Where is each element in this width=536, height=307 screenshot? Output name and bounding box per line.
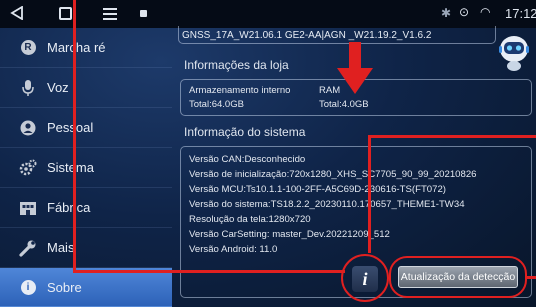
screen-resolution: Resolução da tela:1280x720 — [189, 214, 311, 225]
annotation-line — [73, 270, 345, 273]
sidebar-item-sobre[interactable]: i Sobre — [0, 268, 172, 307]
factory-icon — [18, 198, 38, 218]
home-icon[interactable] — [59, 7, 72, 20]
mcu-version: Versão MCU:Ts10.1.1-100-2FF-A5C69D-23061… — [189, 184, 447, 195]
internal-storage-label: Armazenamento interno — [189, 85, 291, 96]
sidebar-item-label: Sistema — [47, 160, 94, 175]
sidebar-item-fabrica[interactable]: Fábrica — [0, 188, 172, 228]
sidebar-item-voz[interactable]: Voz — [0, 68, 172, 108]
annotation-highlight — [389, 256, 527, 298]
sidebar-item-mais[interactable]: Mais — [0, 228, 172, 268]
sidebar-item-label: Fábrica — [47, 200, 91, 215]
annotation-circle — [341, 254, 389, 302]
sidebar-item-label: Mais — [47, 240, 75, 255]
gears-icon — [18, 158, 38, 178]
status-bar: ✱ ⊙ ◠ 17:12 — [0, 0, 536, 28]
sidebar-item-label: Pessoal — [47, 120, 94, 135]
ram-total: Total:4.0GB — [319, 99, 369, 110]
reverse-gear-icon: R — [18, 38, 38, 58]
boot-version: Versão de inicialização:720x1280_XHS_SC7… — [189, 169, 477, 180]
annotation-line — [73, 0, 76, 272]
wifi-icon: ◠ — [480, 5, 491, 19]
info-icon: i — [18, 277, 38, 297]
settings-sidebar: R Marcha ré Voz Pessoal Sistema Fábrica … — [0, 28, 172, 307]
sidebar-item-sistema[interactable]: Sistema — [0, 148, 172, 188]
wrench-icon — [18, 238, 38, 258]
storage-section-title: Informações da loja — [184, 58, 289, 72]
internal-storage-total: Total:64.0GB — [189, 99, 244, 110]
back-icon[interactable] — [10, 6, 24, 20]
sidebar-item-label: Sobre — [47, 279, 82, 295]
location-icon: ⊙ — [459, 5, 470, 19]
system-version: Versão do sistema:TS18.2.2_20230110.1706… — [189, 199, 465, 210]
microphone-icon — [18, 78, 38, 98]
bluetooth-icon: ✱ — [441, 6, 452, 20]
android-version: Versão Android: 11.0 — [189, 244, 278, 255]
system-section-title: Informação do sistema — [184, 125, 306, 139]
person-icon — [18, 118, 38, 138]
can-version: Versão CAN:Desconhecido — [189, 154, 306, 165]
annotation-line — [368, 135, 536, 138]
notification-icon — [140, 10, 147, 17]
settings-screen: ✱ ⊙ ◠ 17:12 R Marcha ré Voz Pessoal Sist… — [0, 0, 536, 307]
assistant-robot-icon[interactable] — [497, 32, 531, 72]
arrow-down-icon — [337, 42, 373, 94]
sidebar-item-pessoal[interactable]: Pessoal — [0, 108, 172, 148]
sidebar-item-label: Voz — [47, 80, 69, 95]
sidebar-item-label: Marcha ré — [47, 40, 106, 55]
gnss-version: GNSS_17A_W21.06.1 GE2-AA|AGN _W21.19.2_V… — [182, 30, 432, 41]
menu-icon[interactable] — [103, 8, 117, 20]
annotation-line — [368, 135, 371, 253]
carsetting-version: Versão CarSetting: master_Dev.20221209_5… — [189, 229, 390, 240]
sidebar-item-marcha-re[interactable]: R Marcha ré — [0, 28, 172, 68]
annotation-line — [525, 276, 536, 279]
clock: 17:12 — [505, 6, 536, 21]
